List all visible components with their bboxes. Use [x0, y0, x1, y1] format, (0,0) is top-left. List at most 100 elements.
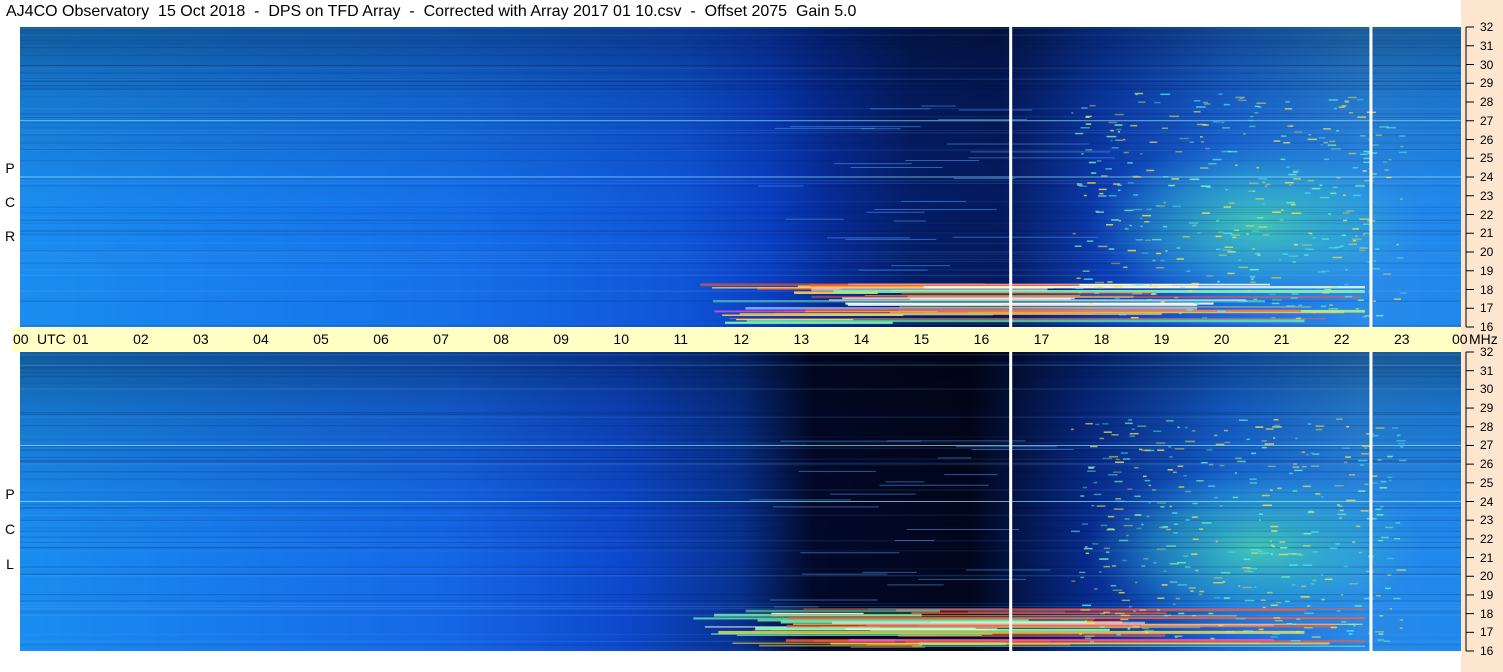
- spectrogram-speckle: [1156, 252, 1162, 255]
- utc-tick-label: 23: [1393, 331, 1410, 347]
- spectrogram-speckle: [1099, 558, 1109, 560]
- spectrogram-speckle: [1399, 292, 1408, 294]
- spectrogram-speckle: [1140, 153, 1143, 155]
- spectrogram-speckle: [1395, 522, 1401, 524]
- spectrogram-speckle: [1389, 479, 1392, 482]
- spectrogram-speckle: [1087, 182, 1096, 184]
- spectrogram-speckle: [1149, 283, 1152, 286]
- frequency-tick-label: 27: [1480, 113, 1494, 128]
- spectrogram-speckle: [1082, 270, 1090, 272]
- spectrogram-speckle: [1129, 432, 1139, 435]
- spectrogram-speckle: [1213, 596, 1221, 599]
- spectrogram-speckle: [1149, 285, 1159, 287]
- spectrogram-speckle: [1217, 310, 1226, 313]
- spectrogram-speckle: [1192, 538, 1199, 540]
- spectrogram-speckle: [1258, 550, 1263, 552]
- spectrogram-speckle: [1315, 493, 1321, 495]
- spectrogram-speckle: [1128, 605, 1132, 608]
- spectrogram-speckle: [1330, 148, 1341, 150]
- spectrogram-speckle: [1232, 496, 1238, 499]
- spectrogram-speckle: [1083, 194, 1087, 197]
- spectrogram-speckle: [1081, 153, 1084, 155]
- spectrogram-speckle: [1210, 637, 1215, 640]
- spectrogram-speckle: [1127, 488, 1133, 490]
- spectrogram-speckle: [1352, 541, 1356, 543]
- spectrogram-speckle: [1238, 259, 1241, 261]
- spectrogram-speckle: [1098, 188, 1107, 191]
- utc-tick-label: 00: [1452, 331, 1468, 347]
- spectrogram-speckle: [1149, 141, 1158, 143]
- frequency-tick-label: 30: [1480, 382, 1494, 397]
- spectrogram-speckle: [1341, 234, 1347, 237]
- spectrogram-speckle: [1291, 293, 1299, 295]
- spectrogram-speckle: [1259, 519, 1262, 521]
- spectrogram-speckle: [1105, 168, 1113, 170]
- spectrogram-speckle: [1357, 459, 1368, 462]
- spectrogram-speckle: [1157, 205, 1166, 207]
- spectrogram-speckle: [1202, 124, 1209, 126]
- spectrogram-speckle: [1235, 617, 1246, 620]
- spectrogram-speckle: [1139, 609, 1147, 611]
- spectrogram-speckle: [1120, 614, 1131, 617]
- spectrogram-speckle: [1218, 254, 1227, 256]
- spectrogram-speckle: [1391, 427, 1399, 429]
- spectrogram-speckle: [1288, 472, 1293, 475]
- spectrogram-speckle: [1195, 106, 1206, 108]
- spectrogram-speckle: [1134, 466, 1139, 469]
- spectrogram-speckle: [1339, 509, 1344, 512]
- spectrogram-speckle: [1227, 251, 1236, 253]
- spectrogram-speckle: [1115, 498, 1121, 500]
- spectrogram-speckle: [1271, 302, 1280, 305]
- utc-tick-label: 14: [853, 331, 870, 347]
- spectrogram-speckle: [1135, 93, 1138, 96]
- spectrogram-speckle: [1183, 474, 1187, 477]
- spectrogram-speckle: [1224, 246, 1234, 248]
- spectrogram-speckle: [1213, 496, 1218, 499]
- spectrogram-speckle: [1388, 158, 1392, 161]
- spectrogram-speckle: [1271, 530, 1278, 532]
- spectrogram-speckle: [1353, 194, 1361, 197]
- spectrogram-speckle: [1295, 437, 1298, 440]
- spectrogram-speckle: [1227, 272, 1235, 275]
- spectrogram-speckle: [1264, 443, 1274, 445]
- spectrogram-speckle: [1103, 431, 1112, 433]
- spectrogram-speckle: [1348, 243, 1357, 246]
- utc-tick-label: 00: [13, 331, 29, 347]
- spectrogram-speckle: [1096, 160, 1102, 162]
- spectrogram-speckle: [1328, 213, 1332, 215]
- spectrogram-speckle: [1134, 495, 1141, 498]
- spectrogram-speckle: [1243, 630, 1253, 632]
- spectrogram-speckle: [1328, 308, 1339, 310]
- spectrogram-speckle: [1284, 600, 1290, 603]
- spectrogram-speckle: [1384, 587, 1391, 590]
- spectrogram-speckle: [1243, 133, 1246, 135]
- spectrogram-speckle: [1258, 628, 1264, 631]
- spectrogram-speckle: [1376, 594, 1381, 597]
- spectrogram-speckle: [1328, 99, 1338, 101]
- spectrogram-speckle: [1261, 440, 1267, 442]
- spectrogram-speckle: [1093, 481, 1098, 484]
- spectrogram-speckle: [1184, 566, 1191, 568]
- spectrogram-speckle: [1107, 281, 1113, 283]
- spectrogram-speckle: [1111, 262, 1121, 265]
- spectrogram-speckle: [1400, 198, 1403, 200]
- spectrogram-speckle: [1113, 183, 1121, 185]
- spectrogram-speckle: [1083, 278, 1093, 280]
- spectrogram-speckle: [1248, 119, 1254, 122]
- spectrogram-speckle: [1285, 166, 1290, 168]
- utc-tick-label: 15: [913, 331, 930, 347]
- frequency-tick-label: 17: [1480, 301, 1494, 316]
- spectrogram-speckle: [1352, 166, 1359, 169]
- spectrogram-speckle: [1215, 248, 1221, 251]
- spectrogram-speckle: [1373, 260, 1376, 262]
- frequency-tick-label: 21: [1480, 550, 1494, 565]
- spectrogram-speckle: [1246, 438, 1250, 441]
- spectrogram-speckle: [1387, 476, 1393, 479]
- spectrogram-speckle: [1254, 112, 1259, 114]
- spectrogram-speckle: [1123, 266, 1128, 269]
- spectrogram-speckle: [1319, 196, 1330, 199]
- spectrogram-speckle: [1084, 546, 1088, 548]
- spectrogram-speckle: [1293, 243, 1299, 246]
- spectrogram-speckle: [1119, 313, 1127, 316]
- spectrogram-speckle: [1345, 269, 1348, 271]
